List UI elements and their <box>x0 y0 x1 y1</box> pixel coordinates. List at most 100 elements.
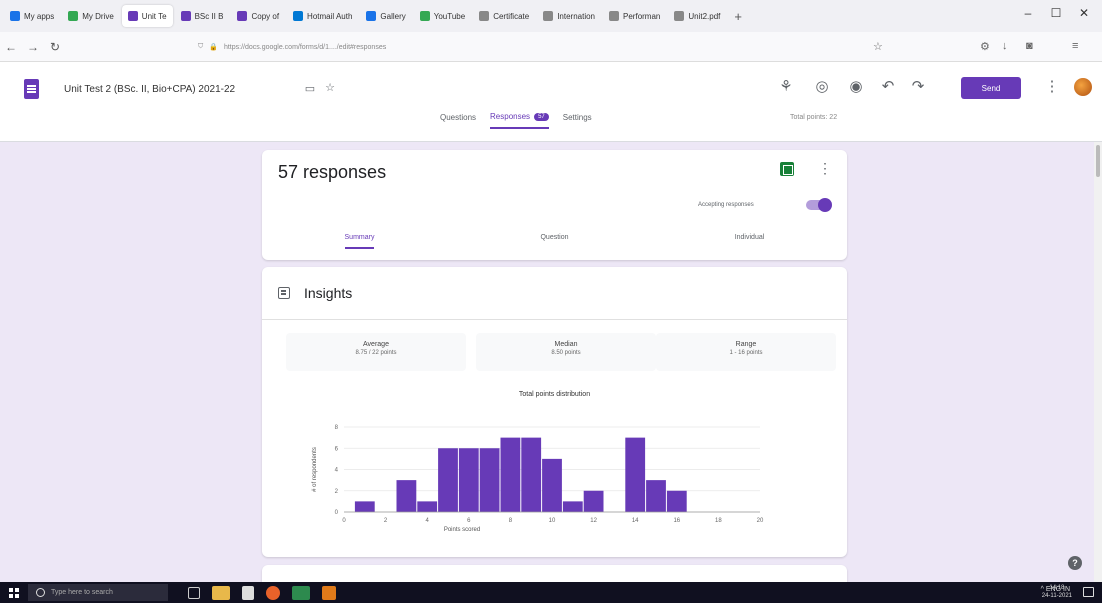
favicon-icon <box>609 11 620 21</box>
send-button[interactable]: Send <box>961 77 1021 99</box>
browser-tab[interactable]: Unit Te <box>121 5 173 27</box>
avatar[interactable] <box>1074 78 1092 96</box>
browser-tab[interactable]: Unit2.pdf <box>668 5 726 27</box>
browser-tab-label: Performan <box>623 11 661 21</box>
browser-tab[interactable]: YouTube <box>414 5 471 27</box>
form-title[interactable]: Unit Test 2 (BSc. II, Bio+CPA) 2021-22 <box>64 84 235 95</box>
clock[interactable]: 14:18 24-11-2021 <box>1042 584 1072 600</box>
minimize-icon[interactable]: – <box>1018 6 1038 20</box>
histogram-bar <box>396 480 417 512</box>
reload-icon[interactable]: ↻ <box>44 40 66 54</box>
scrollbar-thumb[interactable] <box>1096 145 1100 177</box>
y-tick-label: 2 <box>335 489 339 495</box>
browser-tab[interactable]: Copy of <box>231 5 285 27</box>
favicon-icon <box>68 11 79 21</box>
bookmark-icon[interactable]: ☆ <box>873 40 883 53</box>
new-tab-icon[interactable]: + <box>734 9 742 24</box>
browser-tab-label: Unit2.pdf <box>688 11 721 21</box>
account-icon[interactable]: ◙ <box>1026 40 1033 52</box>
response-count-badge: 57 <box>534 112 549 121</box>
menu-icon[interactable]: ≡ <box>1072 40 1078 52</box>
tab-label: Settings <box>562 113 592 122</box>
tab-question[interactable]: Question <box>457 234 652 249</box>
sheets-icon[interactable] <box>780 162 794 176</box>
windows-icon <box>9 587 19 598</box>
lock-icon: 🔒 <box>209 44 218 51</box>
x-axis-label: Points scored <box>444 527 480 533</box>
x-tick-label: 18 <box>715 518 722 524</box>
favicon-icon <box>293 11 304 21</box>
scrollbar-track[interactable] <box>1094 142 1102 582</box>
favicon-icon <box>543 11 554 21</box>
histogram-bar <box>521 437 542 512</box>
browser-tab[interactable]: Performan <box>603 5 666 27</box>
histogram-bar <box>562 501 583 512</box>
x-tick-label: 8 <box>509 518 513 524</box>
browser-tab[interactable]: Internation <box>537 5 601 27</box>
firefox-icon[interactable] <box>266 585 280 600</box>
browser-tab-label: YouTube <box>433 11 466 21</box>
task-view-icon[interactable] <box>188 586 200 599</box>
browser-tab[interactable]: My apps <box>4 5 60 27</box>
clock-time: 14:18 <box>1049 585 1065 591</box>
more-options-icon[interactable]: ⋮ <box>1042 77 1062 95</box>
tab-responses[interactable]: Responses 57 <box>490 112 549 129</box>
tab-summary[interactable]: Summary <box>262 234 457 249</box>
address-bar[interactable]: ⛉ 🔒 https://docs.google.com/forms/d/1...… <box>190 36 890 58</box>
taskbar: Type here to search ^ ENG IN 14:18 24-11… <box>0 582 1102 603</box>
forms-logo-icon[interactable] <box>24 79 39 99</box>
favicon-icon <box>366 11 377 21</box>
back-icon[interactable]: ← <box>0 40 22 54</box>
browser-tab-label: My apps <box>24 11 55 21</box>
histogram-bar <box>666 490 687 512</box>
favicon-icon <box>479 11 490 21</box>
histogram-bar <box>438 448 458 512</box>
x-tick-label: 4 <box>426 518 430 524</box>
redo-icon[interactable]: ↷ <box>908 77 928 95</box>
palette-icon[interactable]: ◎ <box>812 77 832 95</box>
histogram-bar <box>625 437 646 512</box>
maximize-icon[interactable]: ☐ <box>1046 6 1066 20</box>
total-points: Total points: 22 <box>790 114 838 121</box>
accepting-responses-toggle[interactable] <box>806 198 832 212</box>
preview-icon[interactable]: ◉ <box>846 77 866 95</box>
favicon-icon <box>180 11 191 21</box>
histogram-bar <box>458 448 479 512</box>
browser-tab[interactable]: My Drive <box>62 5 120 27</box>
start-button[interactable] <box>0 582 28 603</box>
clock-date: 24-11-2021 <box>1041 593 1072 599</box>
browser-tab[interactable]: Certificate <box>473 5 535 27</box>
x-tick-label: 10 <box>549 518 556 524</box>
y-tick-label: 8 <box>335 425 339 431</box>
forward-icon[interactable]: → <box>22 40 44 54</box>
browser-tab-label: BSc II B <box>194 11 224 21</box>
undo-icon[interactable]: ↶ <box>878 77 898 95</box>
favicon-icon <box>10 11 20 21</box>
taskbar-search[interactable]: Type here to search <box>28 584 168 601</box>
tab-questions[interactable]: Questions <box>440 113 476 128</box>
store-icon[interactable] <box>242 585 254 600</box>
browser-tab[interactable]: Gallery <box>360 5 411 27</box>
browser-tab[interactable]: Hotmail Auth <box>287 5 358 27</box>
file-explorer-icon[interactable] <box>212 585 230 600</box>
star-icon[interactable]: ☆ <box>320 81 340 94</box>
browser-tab-label: Certificate <box>493 11 530 21</box>
histogram-bar <box>583 490 604 512</box>
addons-icon[interactable]: ⚘ <box>776 77 796 95</box>
app-icon[interactable] <box>322 585 336 600</box>
close-icon[interactable]: ✕ <box>1074 6 1094 20</box>
tab-settings[interactable]: Settings <box>563 113 592 128</box>
tab-individual[interactable]: Individual <box>652 234 847 249</box>
more-options-icon[interactable]: ⋮ <box>818 160 832 177</box>
help-icon[interactable]: ? <box>1068 556 1082 570</box>
extensions-icon[interactable]: ⚙ <box>980 40 990 53</box>
browser-tab-strip: My apps My Drive Unit Te BSc II B Copy of Hot… <box>0 0 1102 32</box>
notifications-icon[interactable] <box>1083 587 1094 597</box>
media-icon[interactable] <box>292 585 310 600</box>
points-distribution-chart: 0 2 4 6 8 0 2 4 6 8 10 12 14 16 18 20 Points scored # of … <box>312 425 764 533</box>
histogram-bar <box>542 458 562 512</box>
browser-tab-label: Copy of <box>251 11 280 21</box>
browser-tab[interactable]: BSc II B <box>175 5 230 27</box>
folder-icon[interactable]: ▭ <box>300 82 320 95</box>
downloads-icon[interactable]: ↓ <box>1002 40 1008 52</box>
